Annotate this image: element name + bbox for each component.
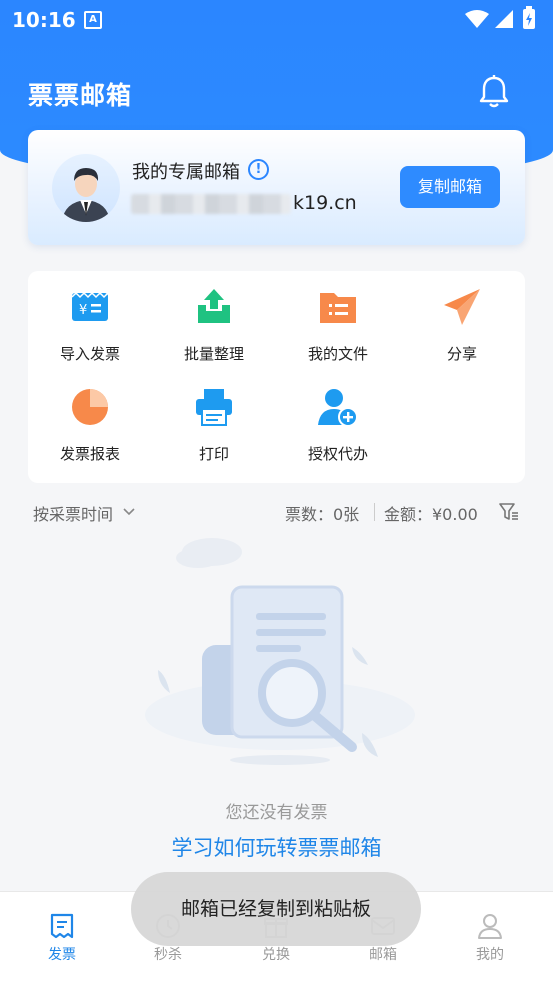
copy-email-button[interactable]: 复制邮箱 — [400, 166, 500, 208]
bell-icon[interactable] — [478, 74, 510, 110]
action-label: 批量整理 — [183, 345, 244, 363]
nav-label: 邮箱 — [369, 947, 397, 963]
pie-chart-icon — [72, 389, 108, 425]
nav-label: 秒杀 — [154, 947, 182, 963]
chevron-down-icon[interactable] — [122, 505, 136, 519]
action-authorize[interactable]: 授权代办 — [276, 371, 400, 463]
action-label: 授权代办 — [307, 445, 368, 463]
toast-message: 邮箱已经复制到粘贴板 — [131, 872, 421, 946]
nav-invoices[interactable]: 发票 — [7, 892, 117, 972]
mailbox-label: 我的专属邮箱 — [132, 162, 240, 183]
invoice-count: 票数：0张 — [285, 505, 360, 524]
user-add-icon — [318, 389, 358, 427]
person-icon — [478, 914, 502, 939]
action-import-invoice[interactable]: ¥ 导入发票 — [28, 271, 152, 363]
sort-dropdown[interactable]: 按采票时间 — [33, 501, 113, 525]
paper-plane-icon — [444, 289, 480, 325]
invoice-icon — [50, 913, 74, 939]
action-share[interactable]: 分享 — [400, 271, 524, 363]
folder-icon — [320, 293, 356, 323]
action-label: 分享 — [446, 345, 477, 363]
quick-actions-grid: ¥ 导入发票 批量整理 我的文件 分享 发票报表 打印 授权代办 — [28, 271, 525, 483]
nav-label: 发票 — [48, 947, 76, 963]
divider — [374, 503, 375, 521]
notification-icon: A — [84, 11, 102, 29]
status-bar: 10:16 A — [0, 0, 553, 40]
action-label: 打印 — [198, 445, 229, 463]
svg-text:¥: ¥ — [79, 303, 87, 318]
app-title: 票票邮箱 — [28, 81, 133, 110]
action-my-files[interactable]: 我的文件 — [276, 271, 400, 363]
email-redacted — [131, 194, 291, 214]
action-label: 我的文件 — [307, 345, 368, 363]
invoice-import-icon: ¥ — [71, 291, 109, 321]
printer-icon — [196, 389, 232, 426]
learn-link[interactable]: 学习如何玩转票票邮箱 — [0, 832, 553, 862]
invoice-amount: 金额：¥0.00 — [384, 505, 478, 524]
signal-battery-icon — [465, 6, 535, 29]
info-icon[interactable]: ! — [248, 159, 269, 180]
upload-tray-icon — [198, 289, 230, 323]
avatar — [52, 154, 120, 222]
filter-bar: 按采票时间 票数：0张 金额：¥0.00 — [0, 497, 553, 527]
action-invoice-report[interactable]: 发票报表 — [28, 371, 152, 463]
action-label: 发票报表 — [59, 445, 120, 463]
nav-profile[interactable]: 我的 — [435, 892, 545, 972]
empty-invoice-illustration — [145, 538, 415, 765]
nav-label: 我的 — [476, 947, 504, 963]
mailbox-card: 我的专属邮箱 ! k19.cn 复制邮箱 — [28, 130, 525, 245]
empty-message: 您还没有发票 — [225, 803, 328, 823]
action-print[interactable]: 打印 — [152, 371, 276, 463]
nav-label: 兑换 — [262, 947, 290, 963]
status-time: 10:16 — [12, 8, 76, 32]
email-address: k19.cn — [293, 192, 357, 214]
action-batch-organize[interactable]: 批量整理 — [152, 271, 276, 363]
user-avatar-icon — [62, 168, 110, 222]
filter-icon[interactable] — [498, 501, 520, 523]
action-label: 导入发票 — [59, 345, 120, 363]
